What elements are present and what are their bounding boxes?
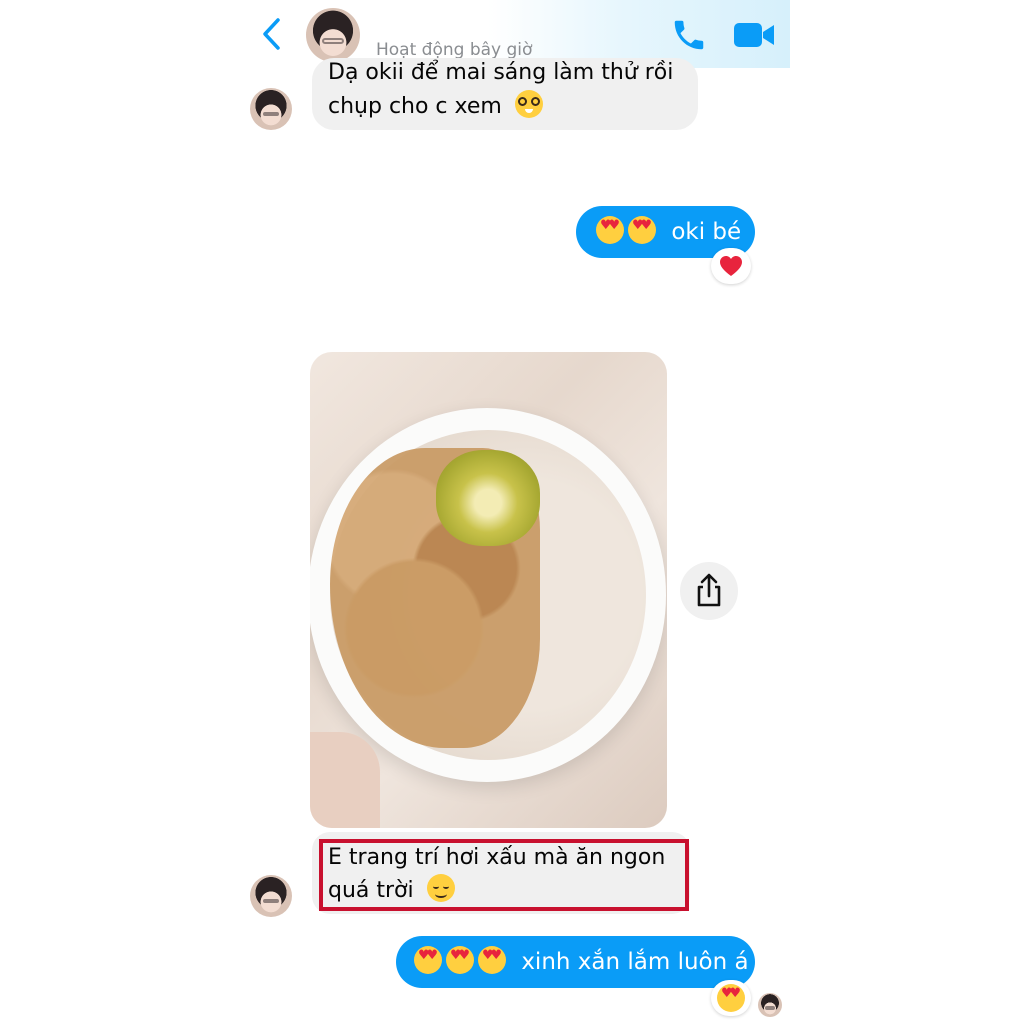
- video-camera-icon[interactable]: [732, 18, 776, 52]
- sender-avatar[interactable]: [250, 875, 292, 917]
- shared-photo[interactable]: [310, 352, 667, 828]
- heart-eyes-emoji-icon: [628, 216, 656, 244]
- heart-eyes-emoji-icon: [717, 984, 745, 1012]
- reaction-badge[interactable]: [711, 248, 751, 284]
- highlight-annotation: [319, 839, 689, 911]
- outgoing-message[interactable]: xinh xắn lắm luôn á: [396, 936, 755, 988]
- heart-eyes-emoji-icon: [414, 946, 442, 974]
- heart-eyes-emoji-icon: [478, 946, 506, 974]
- heart-eyes-emoji-icon: [446, 946, 474, 974]
- seen-avatar: [758, 993, 782, 1017]
- incoming-message[interactable]: Dạ okii để mai sáng làm thử rồi chụp cho…: [312, 58, 698, 130]
- bowl-image: [310, 408, 666, 782]
- message-text: xinh xắn lắm luôn á: [521, 949, 749, 975]
- active-status: Hoạt động bây giờ: [376, 40, 533, 60]
- nerd-face-emoji-icon: [514, 90, 543, 118]
- share-button[interactable]: [680, 562, 738, 620]
- back-chevron-icon[interactable]: [258, 16, 286, 52]
- share-icon: [697, 573, 721, 607]
- message-text-line: Dạ okii để mai sáng làm thử rồi: [328, 60, 674, 85]
- heart-eyes-emoji-icon: [596, 216, 624, 244]
- message-text: oki bé: [671, 219, 742, 245]
- red-heart-icon: [720, 256, 742, 276]
- phone-icon[interactable]: [670, 16, 708, 54]
- message-text-line: chụp cho c xem: [328, 94, 502, 119]
- reaction-badge[interactable]: [711, 980, 751, 1016]
- sender-avatar[interactable]: [250, 88, 292, 130]
- contact-avatar[interactable]: [306, 8, 360, 62]
